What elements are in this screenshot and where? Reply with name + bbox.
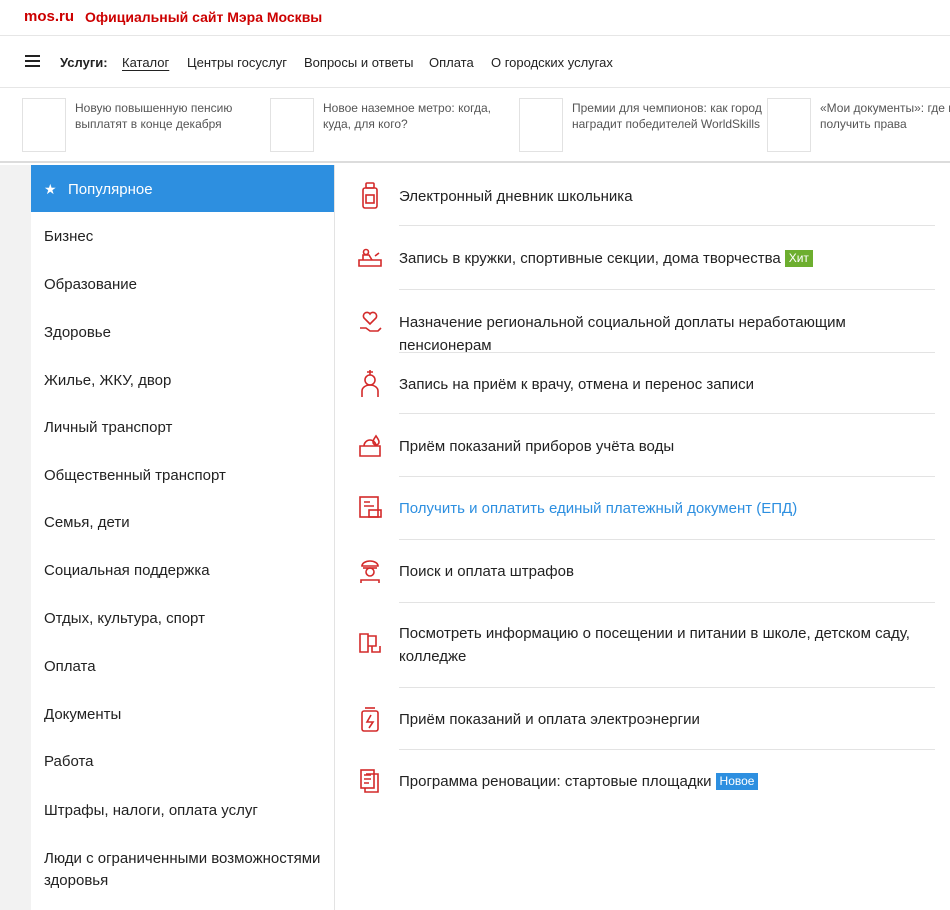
sidebar-item-documents[interactable]: Документы	[31, 704, 334, 726]
heart-hand-icon	[360, 311, 382, 332]
service-title[interactable]: Приём показаний и оплата электроэнергии	[399, 708, 929, 731]
site-logo[interactable]: mos.ru	[24, 8, 74, 25]
police-officer-icon	[360, 560, 380, 583]
divider	[399, 413, 935, 414]
service-title[interactable]: Запись в кружки, спортивные секции, дома…	[399, 247, 929, 270]
nav-link-catalog[interactable]: Каталог	[122, 55, 169, 70]
news-thumbnail	[270, 98, 314, 152]
news-item[interactable]: Новое наземное метро: когда, куда, для к…	[270, 98, 520, 152]
service-title[interactable]: Запись на приём к врачу, отмена и перено…	[399, 373, 929, 396]
category-sidebar: ★ Популярное Бизнес Образование Здоровье …	[31, 165, 335, 910]
divider	[399, 749, 935, 750]
news-title[interactable]: Новую повышенную пенсию выплатят в конце…	[75, 100, 270, 132]
school-diary-icon	[362, 182, 378, 209]
sidebar-item-health[interactable]: Здоровье	[31, 322, 334, 344]
divider	[399, 602, 935, 603]
nav-link-faq[interactable]: Вопросы и ответы	[304, 55, 413, 70]
sidebar-item-popular[interactable]: ★ Популярное	[31, 165, 334, 212]
news-title[interactable]: Премии для чемпионов: как город наградит…	[572, 100, 767, 132]
divider	[399, 539, 935, 540]
nav-link-payment[interactable]: Оплата	[429, 55, 474, 70]
sidebar-item-public-transport[interactable]: Общественный транспорт	[31, 465, 334, 487]
sidebar-item-work[interactable]: Работа	[31, 751, 334, 773]
sidebar-item-payment[interactable]: Оплата	[31, 656, 334, 678]
services-list: Электронный дневник школьника Запись в к…	[336, 165, 950, 910]
sidebar-item-disabilities[interactable]: Люди с ограниченными возможностями здоро…	[31, 848, 321, 892]
service-title-text: Программа реновации: стартовые площадки	[399, 773, 712, 790]
sidebar-item-leisure[interactable]: Отдых, культура, спорт	[31, 608, 334, 630]
hit-badge: Хит	[784, 250, 813, 267]
star-icon: ★	[44, 181, 57, 197]
news-title[interactable]: Новое наземное метро: когда, куда, для к…	[323, 100, 518, 132]
sidebar-item-business[interactable]: Бизнес	[31, 226, 334, 248]
news-title[interactable]: «Мои документы»: где и как получить прав…	[820, 100, 950, 132]
service-title[interactable]: Программа реновации: стартовые площадки Н…	[399, 770, 929, 793]
news-item[interactable]: Премии для чемпионов: как город наградит…	[519, 98, 769, 152]
payment-document-icon	[359, 496, 382, 518]
site-title[interactable]: Официальный сайт Мэра Москвы	[85, 9, 322, 25]
menu-icon[interactable]	[25, 55, 40, 67]
service-title[interactable]: Назначение региональной социальной допла…	[399, 311, 929, 357]
services-nav: Услуги: Каталог Центры госуслуг Вопросы …	[0, 36, 950, 88]
news-thumbnail	[767, 98, 811, 152]
news-item[interactable]: Новую повышенную пенсию выплатят в конце…	[22, 98, 272, 152]
nav-link-service-centers[interactable]: Центры госуслуг	[187, 55, 287, 70]
sidebar-item-social-support[interactable]: Социальная поддержка	[31, 560, 334, 582]
news-item[interactable]: «Мои документы»: где и как получить прав…	[767, 98, 950, 152]
service-title[interactable]: Электронный дневник школьника	[399, 185, 929, 208]
service-title[interactable]: Приём показаний приборов учёта воды	[399, 435, 929, 458]
renovation-document-icon	[360, 769, 379, 793]
service-title-text: Запись в кружки, спортивные секции, дома…	[399, 250, 781, 267]
new-badge: Новое	[715, 773, 759, 790]
divider	[399, 289, 935, 290]
news-thumbnail	[519, 98, 563, 152]
school-meals-icon	[359, 633, 381, 653]
sidebar-item-label: Популярное	[68, 181, 153, 198]
sidebar-item-personal-transport[interactable]: Личный транспорт	[31, 417, 334, 439]
service-title[interactable]: Получить и оплатить единый платежный док…	[399, 497, 929, 520]
nav-label: Услуги:	[60, 55, 108, 70]
news-strip: Новую повышенную пенсию выплатят в конце…	[0, 88, 950, 163]
sidebar-item-housing[interactable]: Жилье, ЖКУ, двор	[31, 370, 334, 392]
divider	[399, 476, 935, 477]
site-header: mos.ru Официальный сайт Мэра Москвы	[0, 0, 950, 36]
divider	[399, 225, 935, 226]
sidebar-item-education[interactable]: Образование	[31, 274, 334, 296]
sidebar-item-family[interactable]: Семья, дети	[31, 512, 334, 534]
divider	[399, 352, 935, 353]
service-title[interactable]: Посмотреть информацию о посещении и пита…	[399, 622, 929, 668]
electricity-icon	[361, 707, 379, 732]
news-thumbnail	[22, 98, 66, 152]
service-title[interactable]: Поиск и оплата штрафов	[399, 560, 929, 583]
nav-link-about-services[interactable]: О городских услугах	[491, 55, 613, 70]
clubs-icon	[358, 248, 382, 267]
divider	[399, 687, 935, 688]
sidebar-item-fines-taxes[interactable]: Штрафы, налоги, оплата услуг	[31, 800, 334, 822]
water-meter-icon	[359, 434, 381, 457]
page-gutter	[0, 165, 31, 910]
doctor-icon	[361, 370, 379, 397]
